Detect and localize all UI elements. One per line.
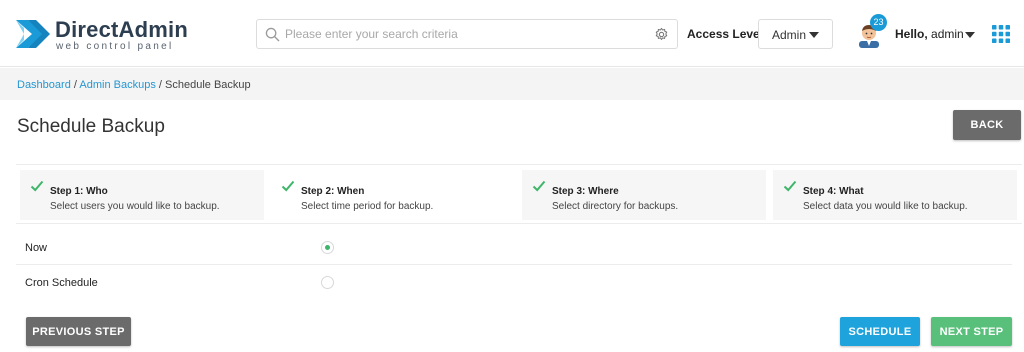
breadcrumb-separator: / <box>158 79 162 91</box>
directadmin-logo[interactable]: DirectAdmin web control panel <box>14 14 188 54</box>
greeting-text: Hello, <box>895 27 928 41</box>
search-icon <box>265 27 280 42</box>
user-greeting: Hello, admin <box>895 27 964 41</box>
check-icon <box>281 180 295 192</box>
apps-grid-icon[interactable] <box>992 25 1010 43</box>
schedule-button[interactable]: SCHEDULE <box>840 317 920 346</box>
back-button[interactable]: BACK <box>953 110 1021 140</box>
breadcrumb-bar: Dashboard / Admin Backups / Schedule Bac… <box>0 68 1024 100</box>
user-menu[interactable]: 23 Hello, admin <box>857 14 977 52</box>
step-when[interactable]: Step 2: When Select time period for back… <box>271 170 515 220</box>
brand-tagline: web control panel <box>56 41 174 52</box>
step-who[interactable]: Step 1: Who Select users you would like … <box>20 170 264 220</box>
check-icon <box>783 180 797 192</box>
access-level-value: Admin <box>772 28 807 42</box>
step-description: Select directory for backups. <box>552 201 679 212</box>
breadcrumb-dashboard[interactable]: Dashboard <box>17 79 71 91</box>
previous-step-button[interactable]: PREVIOUS STEP <box>26 317 131 346</box>
step-title: Step 2: When <box>301 186 365 197</box>
breadcrumb-current: Schedule Backup <box>165 79 251 91</box>
step-description: Select time period for backup. <box>301 201 434 212</box>
top-header: DirectAdmin web control panel Access Lev… <box>0 0 1024 67</box>
access-level-label: Access Level <box>687 27 764 41</box>
breadcrumb-separator: / <box>73 79 77 91</box>
step-where[interactable]: Step 3: Where Select directory for backu… <box>522 170 766 220</box>
search-box[interactable] <box>256 19 678 49</box>
check-icon <box>532 180 546 192</box>
option-label: Cron Schedule <box>25 277 98 289</box>
next-step-button[interactable]: NEXT STEP <box>931 317 1012 346</box>
breadcrumb-admin-backups[interactable]: Admin Backups <box>79 79 155 91</box>
chevron-down-icon <box>809 32 819 38</box>
chevron-down-icon <box>965 32 975 38</box>
search-input[interactable] <box>285 20 645 48</box>
check-icon <box>30 180 44 192</box>
wizard-steps: Step 1: Who Select users you would like … <box>16 164 1022 224</box>
step-title: Step 4: What <box>803 186 864 197</box>
option-now[interactable]: Now <box>16 230 1012 265</box>
gear-icon[interactable] <box>654 27 669 42</box>
step-description: Select data you would like to backup. <box>803 201 968 212</box>
breadcrumb: Dashboard / Admin Backups / Schedule Bac… <box>17 79 251 91</box>
username: admin <box>931 27 964 41</box>
step-description: Select users you would like to backup. <box>50 201 220 212</box>
step-title: Step 3: Where <box>552 186 619 197</box>
option-label: Now <box>25 242 48 254</box>
cron-schedule-radio[interactable] <box>321 276 334 289</box>
access-level-select[interactable]: Admin <box>758 19 833 49</box>
step-what[interactable]: Step 4: What Select data you would like … <box>773 170 1017 220</box>
page-title: Schedule Backup <box>17 116 165 137</box>
step-title: Step 1: Who <box>50 186 108 197</box>
now-radio[interactable] <box>321 241 334 254</box>
notification-badge[interactable]: 23 <box>870 14 887 31</box>
directadmin-logo-icon <box>16 20 50 48</box>
option-cron-schedule[interactable]: Cron Schedule <box>16 265 1012 300</box>
brand-name: DirectAdmin <box>55 17 188 42</box>
